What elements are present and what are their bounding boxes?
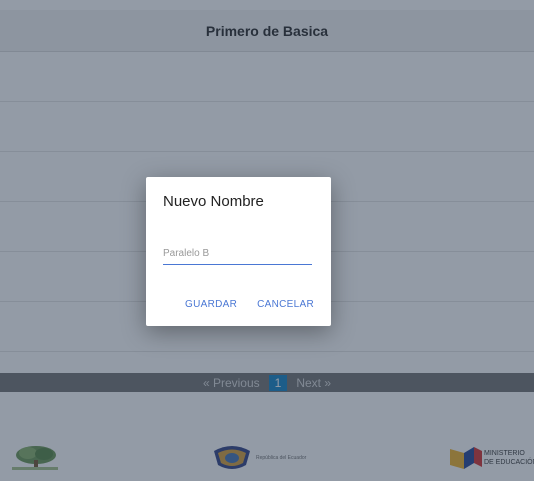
cancel-button[interactable]: CANCELAR [257, 299, 314, 310]
save-button[interactable]: GUARDAR [185, 299, 237, 310]
name-input[interactable] [163, 242, 312, 265]
dialog-actions: GUARDAR CANCELAR [185, 299, 314, 310]
rename-dialog: Nuevo Nombre GUARDAR CANCELAR [146, 177, 331, 326]
dialog-title: Nuevo Nombre [163, 193, 264, 210]
